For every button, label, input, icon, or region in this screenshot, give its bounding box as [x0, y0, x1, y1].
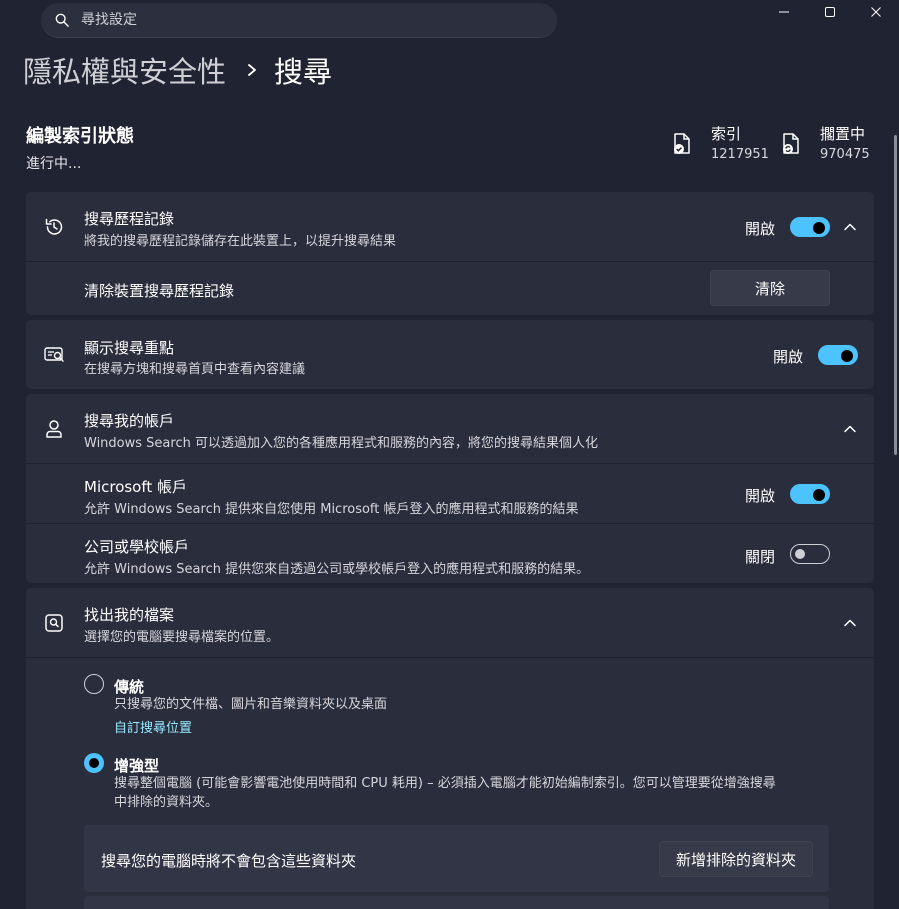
document-check-icon	[674, 133, 690, 154]
person-icon	[46, 420, 62, 438]
work-account-row: 公司或學校帳戶 允許 Windows Search 提供您來自透過公司或學校帳戶…	[26, 524, 874, 583]
work-account-toggle-label: 關閉	[745, 548, 776, 566]
pending-label: 擱置中	[820, 125, 866, 143]
work-account-desc: 允許 Windows Search 提供您來自透過公司或學校帳戶登入的應用程式和…	[84, 562, 590, 577]
search-accounts-desc: Windows Search 可以透過加入您的各種應用程式和服務的內容，將您的搜…	[84, 436, 598, 451]
file-search-icon	[45, 614, 63, 632]
work-account-title: 公司或學校帳戶	[84, 538, 190, 556]
chevron-up-icon[interactable]	[843, 422, 857, 436]
work-account-toggle[interactable]	[790, 544, 830, 564]
excluded-folder-item	[84, 896, 829, 909]
page-title: 搜尋	[274, 55, 333, 89]
find-files-header[interactable]: 找出我的檔案 選擇您的電腦要搜尋檔案的位置。	[26, 588, 874, 657]
clear-history-label: 清除裝置搜尋歷程記錄	[84, 282, 235, 300]
search-icon	[55, 13, 69, 27]
search-history-title: 搜尋歷程記錄	[84, 210, 175, 228]
microsoft-account-desc: 允許 Windows Search 提供來自您使用 Microsoft 帳戶登入…	[84, 502, 579, 517]
search-highlights-desc: 在搜尋方塊和搜尋首頁中查看內容建議	[84, 362, 306, 377]
search-history-toggle[interactable]	[790, 217, 830, 237]
indexed-value: 1217951	[711, 147, 769, 162]
chevron-right-icon	[246, 62, 258, 78]
clear-history-button[interactable]: 清除	[710, 270, 830, 306]
enhanced-desc-line1: 搜尋整個電腦 (可能會影響電池使用時間和 CPU 耗用) – 必須插入電腦才能初…	[114, 776, 776, 791]
search-highlights-toggle-label: 開啟	[773, 348, 804, 366]
enhanced-radio[interactable]	[84, 753, 104, 773]
search-history-header[interactable]: 搜尋歷程記錄 將我的搜尋歷程記錄儲存在此裝置上，以提升搜尋結果 開啟	[26, 192, 874, 261]
search-accounts-header[interactable]: 搜尋我的帳戶 Windows Search 可以透過加入您的各種應用程式和服務的…	[26, 394, 874, 463]
settings-search-box[interactable]	[41, 3, 557, 38]
find-files-desc: 選擇您的電腦要搜尋檔案的位置。	[84, 630, 280, 645]
indexed-stat: 索引 1217951	[671, 125, 769, 164]
maximize-icon	[825, 7, 835, 17]
indexing-status-title: 編製索引狀態	[26, 126, 134, 147]
search-history-toggle-label: 開啟	[745, 220, 776, 238]
classic-desc: 只搜尋您的文件檔、圖片和音樂資料夾以及桌面	[114, 697, 388, 712]
scrollbar[interactable]	[894, 135, 897, 455]
search-highlights-card: 顯示搜尋重點 在搜尋方塊和搜尋首頁中查看內容建議 開啟	[26, 320, 874, 389]
classic-title[interactable]: 傳統	[114, 676, 144, 697]
close-icon	[871, 7, 881, 17]
pending-value: 970475	[820, 147, 870, 162]
minimize-button[interactable]	[761, 0, 807, 24]
chevron-up-icon[interactable]	[843, 220, 857, 234]
customize-search-locations-link[interactable]: 自訂搜尋位置	[114, 717, 192, 736]
microsoft-account-toggle-label: 開啟	[745, 487, 776, 505]
history-icon	[45, 218, 63, 235]
microsoft-account-title: Microsoft 帳戶	[84, 478, 188, 496]
chevron-up-icon[interactable]	[843, 616, 857, 630]
document-sync-icon	[783, 133, 799, 154]
search-highlights-icon	[44, 347, 64, 362]
search-history-card: 搜尋歷程記錄 將我的搜尋歷程記錄儲存在此裝置上，以提升搜尋結果 開啟 清除裝置搜…	[26, 192, 874, 315]
search-highlights-toggle[interactable]	[818, 345, 858, 365]
maximize-button[interactable]	[807, 0, 853, 24]
microsoft-account-row: Microsoft 帳戶 允許 Windows Search 提供來自您使用 M…	[26, 464, 874, 523]
clear-history-row: 清除裝置搜尋歷程記錄 清除	[26, 262, 874, 315]
enhanced-title[interactable]: 增強型	[114, 755, 159, 776]
divider	[26, 657, 874, 658]
add-excluded-folder-button[interactable]: 新增排除的資料夾	[659, 841, 813, 877]
search-accounts-title: 搜尋我的帳戶	[84, 412, 175, 430]
classic-radio[interactable]	[84, 674, 104, 694]
minimize-icon	[779, 11, 789, 13]
breadcrumb-parent[interactable]: 隱私權與安全性	[23, 49, 226, 91]
search-input[interactable]	[81, 12, 521, 28]
excluded-folders-panel: 搜尋您的電腦時將不會包含這些資料夾 新增排除的資料夾	[84, 825, 829, 892]
breadcrumb: 隱私權與安全性 搜尋	[23, 50, 332, 90]
search-accounts-card: 搜尋我的帳戶 Windows Search 可以透過加入您的各種應用程式和服務的…	[26, 394, 874, 583]
indexing-status-text: 進行中...	[26, 156, 82, 172]
enhanced-desc-line2: 中排除的資料夾。	[114, 795, 219, 810]
find-files-title: 找出我的檔案	[84, 606, 175, 624]
pending-stat: 擱置中 970475	[780, 125, 870, 164]
close-button[interactable]	[853, 0, 899, 24]
find-files-card: 找出我的檔案 選擇您的電腦要搜尋檔案的位置。 傳統 只搜尋您的文件檔、圖片和音樂…	[26, 588, 874, 909]
window-controls	[761, 0, 899, 24]
excluded-folders-label: 搜尋您的電腦時將不會包含這些資料夾	[101, 852, 357, 870]
microsoft-account-toggle[interactable]	[790, 484, 830, 504]
indexed-label: 索引	[711, 125, 742, 143]
search-history-desc: 將我的搜尋歷程記錄儲存在此裝置上，以提升搜尋結果	[84, 234, 397, 249]
search-highlights-title: 顯示搜尋重點	[84, 339, 175, 357]
